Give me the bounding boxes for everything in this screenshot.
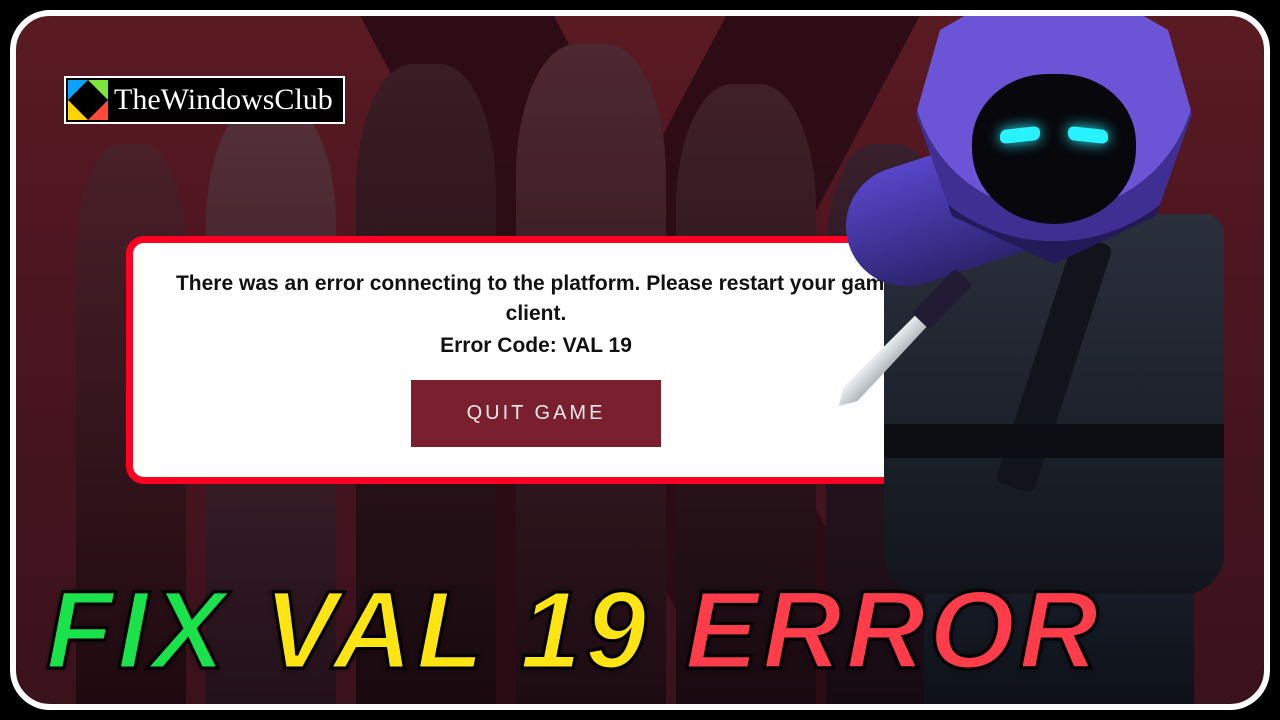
site-badge: TheWindowsClub	[64, 76, 345, 124]
quit-game-button[interactable]: QUIT GAME	[411, 380, 662, 447]
headline-word-fix: FIX	[46, 576, 229, 686]
headline-word-val19: VAL 19	[264, 576, 651, 686]
windowsclub-logo-icon	[68, 80, 108, 120]
thumbnail-frame: TheWindowsClub There was an error connec…	[10, 10, 1270, 710]
eye-glow-icon	[1068, 126, 1108, 144]
eye-glow-icon	[1000, 126, 1040, 144]
site-badge-text: TheWindowsClub	[114, 83, 333, 117]
character-belt	[884, 424, 1224, 458]
headline-text: FIX VAL 19 ERROR	[46, 576, 1102, 686]
character-face	[972, 74, 1136, 224]
error-code: Error Code: VAL 19	[163, 334, 909, 358]
error-message: There was an error connecting to the pla…	[163, 269, 909, 330]
headline-word-error: ERROR	[685, 576, 1102, 686]
